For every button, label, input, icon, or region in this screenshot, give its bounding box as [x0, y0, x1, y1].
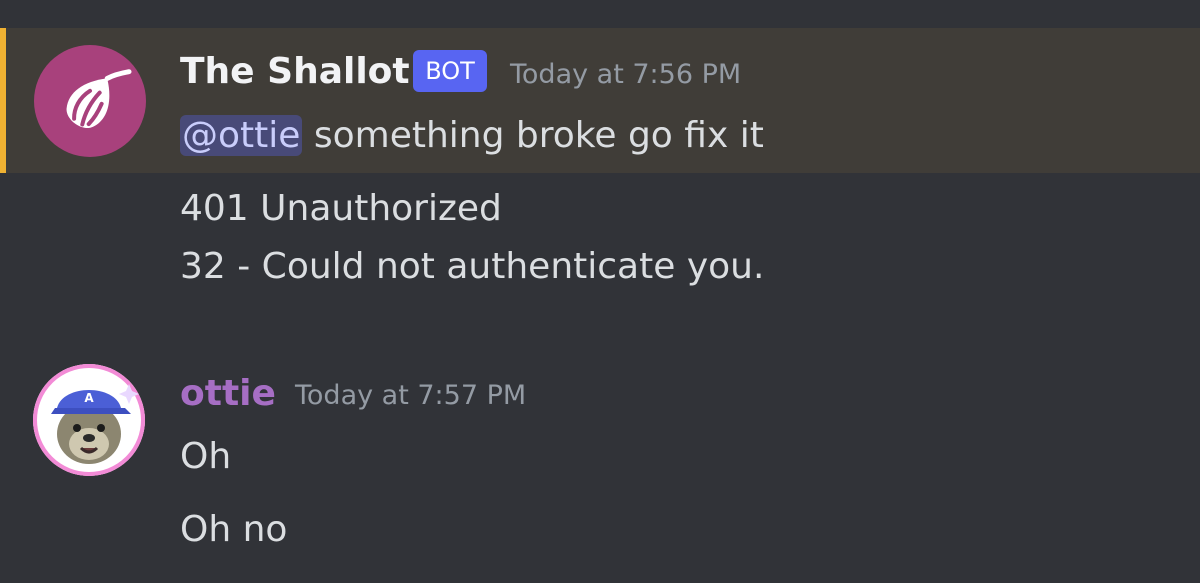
- bot-followup-line: 401 Unauthorized: [180, 188, 502, 229]
- otter-avatar-icon: A: [33, 364, 145, 476]
- user-message-line: Oh: [180, 436, 232, 477]
- user-mention[interactable]: @ottie: [180, 115, 303, 156]
- user-message-line: Oh no: [180, 509, 288, 550]
- bot-message-body: something broke go fix it: [313, 115, 764, 156]
- user-author-name[interactable]: ottie: [180, 372, 276, 416]
- bot-avatar[interactable]: [34, 45, 146, 157]
- user-avatar[interactable]: A: [33, 364, 145, 476]
- bot-author-name[interactable]: The Shallot: [180, 50, 410, 94]
- user-message-timestamp[interactable]: Today at 7:57 PM: [295, 376, 526, 416]
- bot-followup-line: 32 - Could not authenticate you.: [180, 246, 765, 287]
- svg-text:A: A: [84, 391, 94, 405]
- bot-message-timestamp[interactable]: Today at 7:56 PM: [510, 55, 741, 95]
- bot-tag-badge: BOT: [413, 50, 487, 92]
- top-strip: [0, 0, 1200, 28]
- onion-icon: [66, 69, 132, 128]
- mention-highlight-bar: [0, 28, 6, 173]
- bot-message-text: @ottie something broke go fix it: [180, 114, 764, 158]
- chat-log: The Shallot BOT Today at 7:56 PM @ottie …: [0, 0, 1200, 583]
